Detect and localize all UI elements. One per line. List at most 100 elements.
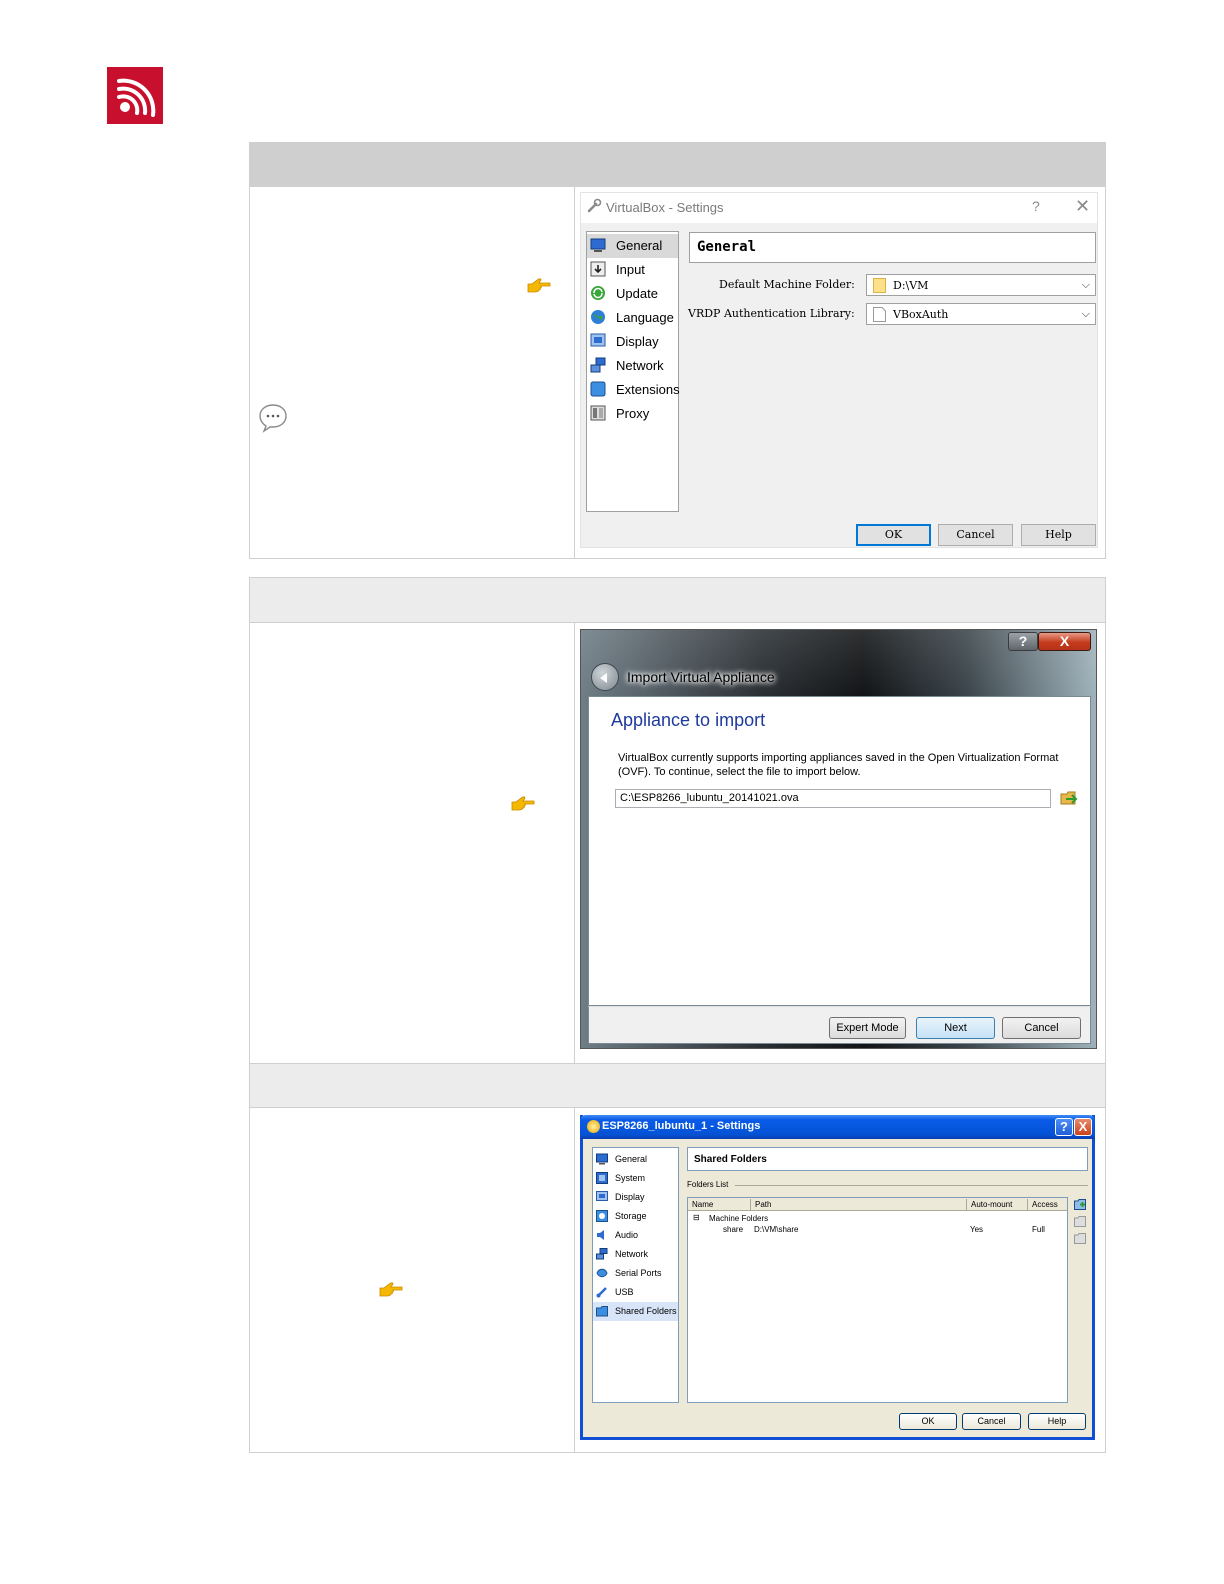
sidebar-item-audio[interactable]: Audio xyxy=(593,1226,678,1245)
column-header-path[interactable]: Path xyxy=(755,1200,771,1209)
back-arrow-icon[interactable] xyxy=(591,663,619,691)
sidebar-item-label: Update xyxy=(616,286,658,301)
remove-folder-icon[interactable] xyxy=(1074,1233,1086,1244)
file-icon xyxy=(873,307,886,322)
vrdp-label: VRDP Authentication Library: xyxy=(688,307,855,320)
network-icon xyxy=(596,1248,608,1260)
open-folder-icon[interactable] xyxy=(1060,790,1078,806)
serial-ports-icon xyxy=(596,1268,608,1278)
panel-title-text: General xyxy=(697,239,757,255)
sidebar-item-general[interactable]: General xyxy=(593,1150,678,1169)
sidebar-item-label: Input xyxy=(616,262,645,277)
sidebar-item-display[interactable]: Display xyxy=(587,330,678,354)
title-bar: ESP8266_lubuntu_1 - Settings ? X xyxy=(580,1115,1095,1139)
sidebar-item-label: Audio xyxy=(615,1230,639,1240)
close-icon[interactable]: ✕ xyxy=(1075,196,1090,217)
sidebar-item-usb[interactable]: USB xyxy=(593,1283,678,1302)
sidebar-item-label: Network xyxy=(616,358,664,373)
storage-icon xyxy=(596,1210,608,1222)
sidebar-item-update[interactable]: Update xyxy=(587,282,678,306)
sidebar-item-label: Extensions xyxy=(616,382,680,397)
input-icon xyxy=(590,261,606,277)
settings-sidebar: General System Display Storage Audio Net… xyxy=(592,1147,679,1403)
cancel-button[interactable]: Cancel xyxy=(1002,1017,1081,1039)
sidebar-item-label: General xyxy=(616,238,663,253)
general-icon xyxy=(590,238,606,252)
sidebar-item-extensions[interactable]: Extensions xyxy=(587,378,680,402)
sidebar-item-serial-ports[interactable]: Serial Ports xyxy=(593,1264,678,1283)
sidebar-item-system[interactable]: System xyxy=(593,1169,678,1188)
column-header-auto-mount[interactable]: Auto-mount xyxy=(971,1200,1012,1209)
sidebar-item-label: Shared Folders xyxy=(615,1306,677,1316)
add-folder-icon[interactable] xyxy=(1074,1199,1086,1210)
column-divider xyxy=(574,143,575,558)
sidebar-item-label: Proxy xyxy=(616,406,650,421)
sidebar-item-input[interactable]: Input xyxy=(587,258,678,282)
sidebar-item-label: Storage xyxy=(615,1211,647,1221)
help-button[interactable]: ? xyxy=(1008,632,1038,651)
sidebar-item-display[interactable]: Display xyxy=(593,1188,678,1207)
close-button[interactable]: X xyxy=(1038,632,1091,651)
file-path-input[interactable]: C:\ESP8266_lubuntu_20141021.ova xyxy=(615,789,1051,808)
machine-folders-group[interactable]: Machine Folders xyxy=(709,1214,768,1223)
sidebar-item-storage[interactable]: Storage xyxy=(593,1207,678,1226)
close-button[interactable]: X xyxy=(1074,1118,1092,1136)
column-divider xyxy=(574,1107,575,1452)
sidebar-item-network[interactable]: Network xyxy=(587,354,678,378)
shared-folders-table[interactable]: Name Path Auto-mount Access ⊟ Machine Fo… xyxy=(687,1197,1068,1403)
folder-path: D:\VM\share xyxy=(754,1225,799,1234)
pointing-hand-icon xyxy=(527,278,551,293)
espressif-logo-mark xyxy=(117,78,156,117)
gear-icon xyxy=(587,1120,600,1133)
display-icon xyxy=(590,333,606,347)
vrdp-library-select[interactable]: VBoxAuth ⌵ xyxy=(866,303,1096,325)
page-description: VirtualBox currently supports importing … xyxy=(618,752,1059,778)
column-separator xyxy=(750,1199,751,1210)
display-icon xyxy=(596,1191,608,1201)
folders-list-label: Folders List xyxy=(687,1180,729,1189)
cancel-button[interactable]: Cancel xyxy=(938,524,1013,546)
sidebar-item-language[interactable]: Language xyxy=(587,306,678,330)
wizard-page: Appliance to import VirtualBox currently… xyxy=(588,696,1091,1006)
general-icon xyxy=(596,1153,608,1165)
language-icon xyxy=(591,310,605,324)
folder-auto-mount: Yes xyxy=(970,1225,984,1234)
column-separator xyxy=(1027,1199,1028,1210)
help-button[interactable]: Help xyxy=(1028,1413,1086,1430)
help-button[interactable]: Help xyxy=(1021,524,1096,546)
sidebar-item-general[interactable]: General xyxy=(587,234,678,258)
settings-sidebar: General Input Update Language Display Ne… xyxy=(586,231,680,512)
system-icon xyxy=(596,1172,608,1184)
sidebar-item-label: Display xyxy=(615,1192,645,1202)
pointing-hand-icon xyxy=(379,1282,403,1297)
title-bar: VirtualBox - Settings ? ✕ xyxy=(581,193,1097,223)
edit-folder-icon[interactable] xyxy=(1074,1216,1086,1227)
window-title: ESP8266_lubuntu_1 - Settings xyxy=(602,1120,761,1132)
tree-collapse-icon[interactable]: ⊟ xyxy=(693,1213,700,1222)
sidebar-item-shared-folders[interactable]: Shared Folders xyxy=(593,1302,678,1321)
column-header-access[interactable]: Access xyxy=(1032,1200,1058,1209)
help-icon[interactable]: ? xyxy=(1032,198,1040,214)
panel-title: General xyxy=(689,232,1096,263)
column-header-name[interactable]: Name xyxy=(692,1200,713,1209)
table-header-row xyxy=(250,143,1105,187)
machine-folder-select[interactable]: D:\VM ⌵ xyxy=(866,274,1096,296)
folder-name[interactable]: share xyxy=(723,1225,743,1234)
ok-button[interactable]: OK xyxy=(856,524,931,546)
row-divider xyxy=(250,1107,1105,1108)
ok-button[interactable]: OK xyxy=(899,1413,957,1430)
network-icon xyxy=(590,357,606,373)
sidebar-item-label: Network xyxy=(615,1249,649,1259)
help-button[interactable]: ? xyxy=(1055,1118,1073,1136)
panel-title: Shared Folders xyxy=(687,1147,1088,1171)
vm-settings-window: ESP8266_lubuntu_1 - Settings ? X General… xyxy=(580,1115,1095,1440)
sidebar-item-network[interactable]: Network xyxy=(593,1245,678,1264)
speech-bubble-icon xyxy=(259,404,287,433)
sidebar-item-proxy[interactable]: Proxy xyxy=(587,402,678,426)
expert-mode-button[interactable]: Expert Mode xyxy=(829,1017,906,1039)
page-heading: Appliance to import xyxy=(611,710,766,730)
cancel-button[interactable]: Cancel xyxy=(962,1413,1021,1430)
next-button[interactable]: Next xyxy=(916,1017,995,1039)
usb-icon xyxy=(596,1287,607,1298)
import-appliance-window: ? X Import Virtual Appliance Appliance t… xyxy=(580,629,1097,1049)
